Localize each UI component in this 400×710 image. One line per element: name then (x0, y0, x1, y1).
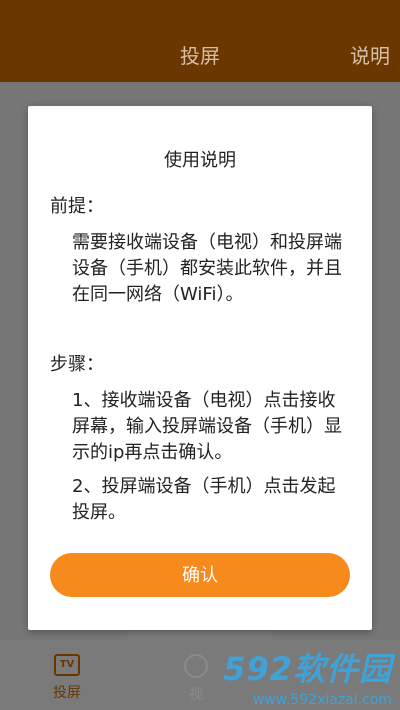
watermark-brand: 592软件园 (223, 650, 392, 688)
steps-label: 步骤： (50, 354, 104, 375)
premise-text: 需要接收端设备（电视）和投屏端设备（手机）都安装此软件，并且在同一网络（WiFi… (72, 232, 342, 305)
header-title: 投屏 (180, 44, 220, 68)
tab-cast[interactable]: TV 投屏 (44, 654, 90, 702)
camera-icon (184, 654, 208, 678)
premise-label: 前提： (50, 196, 104, 217)
help-button[interactable]: 说明 (350, 40, 390, 69)
app-header: 投屏 说明 (0, 0, 400, 82)
tab-label: 投屏 (53, 685, 81, 701)
watermark: 592软件园 www.592xiazai.com (223, 644, 392, 708)
watermark-url: www.592xiazai.com (252, 692, 392, 708)
tv-icon: TV (54, 654, 80, 676)
step-2-text: 2、投屏端设备（手机）点击发起投屏。 (72, 476, 336, 523)
step-1-text: 1、接收端设备（电视）点击接收屏幕，输入投屏端设备（手机）显示的ip再点击确认。 (72, 390, 342, 463)
tab-label: 视 (189, 687, 203, 703)
instructions-dialog: 使用说明 前提： 需要接收端设备（电视）和投屏端设备（手机）都安装此软件，并且在… (28, 106, 372, 630)
confirm-button[interactable]: 确认 (50, 553, 350, 597)
tab-video[interactable]: 视 (176, 654, 216, 704)
dialog-title: 使用说明 (164, 150, 236, 171)
